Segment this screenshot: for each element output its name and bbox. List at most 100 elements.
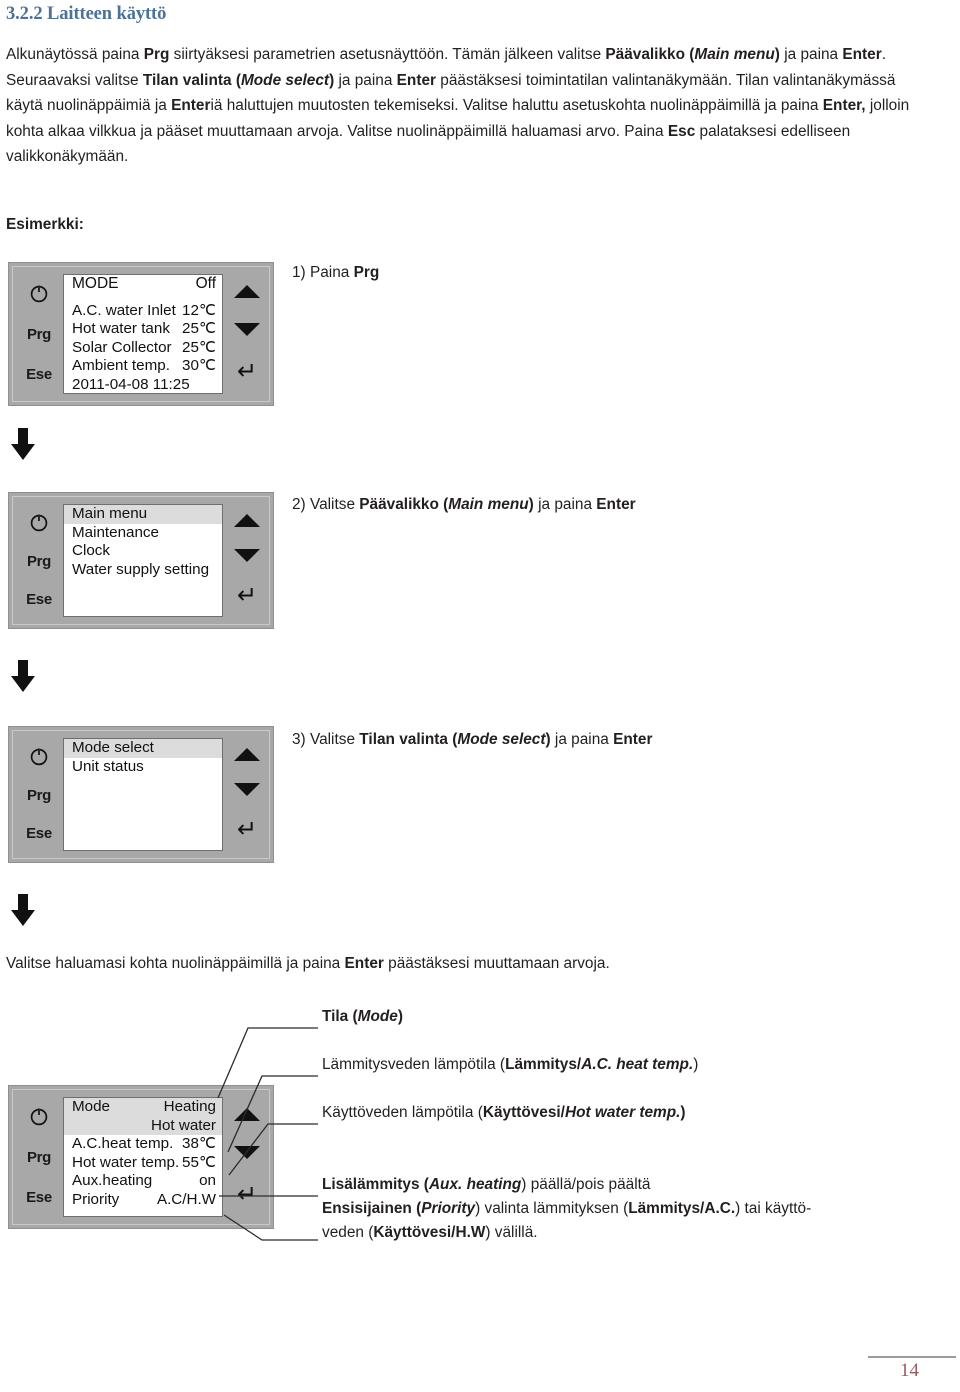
lcd-row-value: 30℃ <box>182 357 216 374</box>
mid-instruction-text: Valitse haluamasi kohta nuolinäppäimillä… <box>6 952 610 976</box>
lcd-screen-3: Mode select Unit status <box>63 738 223 851</box>
enter-return-icon[interactable]: ↵ <box>237 359 257 383</box>
intro-seg-3: Päävalikko ( <box>605 46 695 63</box>
intro-seg-0: Alkunäytössä paina <box>6 46 144 63</box>
enter-return-icon[interactable]: ↵ <box>237 583 257 607</box>
lcd-row-value: 25℃ <box>182 338 216 356</box>
lcd-row-label: MODE <box>72 275 119 292</box>
callout-mode-seg-1: Mode <box>357 1008 398 1025</box>
arrow-down-icon[interactable] <box>234 322 260 336</box>
lcd-row[interactable]: Water supply setting <box>64 561 222 580</box>
lcd-row[interactable]: Hot water temp. 55℃ <box>64 1154 222 1173</box>
callout-aux-priority-seg-5: Priority <box>421 1200 476 1217</box>
callout-heat-temp-seg-3: ) <box>693 1056 699 1073</box>
intro-seg-4: Main menu <box>694 46 775 63</box>
intro-seg-7: Enter <box>842 46 882 63</box>
step-caption-1: 1) Paina Prg <box>292 262 379 284</box>
lcd-row[interactable]: Priority A.C/H.W <box>64 1191 222 1210</box>
lcd-row[interactable]: Ambient temp. 30℃ <box>64 357 222 376</box>
callout-aux-priority-seg-7: Lämmitys/A.C. <box>628 1200 736 1217</box>
lcd-row[interactable]: Main menu <box>64 505 222 524</box>
lcd-row-value: Hot water <box>151 1116 216 1134</box>
step3-seg-0: 3) Valitse <box>292 731 360 748</box>
panel-right-keys: ↵ <box>225 263 269 405</box>
lcd-row[interactable]: A.C. water Inlet 12℃ <box>64 302 222 321</box>
callout-aux-priority-seg-1: Aux. heating <box>428 1176 522 1193</box>
lcd-row-label: 2011-04-08 11:25 <box>72 375 190 393</box>
controller-panel-2: Prg Ese Main menu Maintenance Clock Water s… <box>8 492 274 629</box>
flow-arrow-3 <box>10 894 36 928</box>
lcd-row-label: Unit status <box>72 757 144 775</box>
lcd-row-value: A.C/H.W <box>156 1190 216 1208</box>
lcd-row[interactable]: Maintenance <box>64 524 222 543</box>
enter-return-icon[interactable]: ↵ <box>237 1182 257 1206</box>
power-icon[interactable] <box>29 283 49 303</box>
prg-button[interactable]: Prg <box>27 553 51 570</box>
step1-seg-1: Prg <box>353 264 380 281</box>
arrow-down-icon[interactable] <box>234 783 260 797</box>
lcd-row[interactable]: Hot water tank 25℃ <box>64 320 222 339</box>
lcd-row[interactable]: Mode Heating <box>64 1098 222 1117</box>
lcd-screen-4: Mode Heating Hot water A.C.heat temp. 38℃ Hot… <box>63 1097 223 1217</box>
enter-return-icon[interactable]: ↵ <box>237 817 257 841</box>
lcd-row[interactable]: Unit status <box>64 758 222 777</box>
ese-button[interactable]: Ese <box>26 366 52 383</box>
ese-button[interactable]: Ese <box>26 825 52 842</box>
callout-heat-temp-seg-2: A.C. heat temp. <box>581 1056 694 1073</box>
step2-seg-0: 2) Valitse <box>292 496 360 513</box>
lcd-row[interactable]: A.C.heat temp. 38℃ <box>64 1135 222 1154</box>
panel-right-keys: ↵ <box>225 1086 269 1228</box>
ese-button[interactable]: Ese <box>26 591 52 608</box>
callout-mode-seg-2: ) <box>397 1008 403 1025</box>
callout-aux-priority-seg-10: veden ( <box>322 1224 374 1241</box>
panel-right-keys: ↵ <box>225 727 269 862</box>
lcd-row-label: Ambient temp. <box>72 357 170 374</box>
callout-heat-temp-seg-0: Lämmitysveden lämpötila ( <box>322 1056 506 1073</box>
intro-seg-9: Tilan valinta ( <box>142 71 241 89</box>
callout-label-mode: Tila (Mode) <box>322 1005 403 1029</box>
arrow-up-icon[interactable] <box>234 514 260 528</box>
callout-hot-water-temp-seg-2: Hot water temp. <box>564 1104 681 1121</box>
power-icon[interactable] <box>29 512 49 532</box>
controller-panel-3: Prg Ese Mode select Unit status ↵ <box>8 726 274 863</box>
lcd-row-value: 12℃ <box>182 301 216 319</box>
arrow-up-icon[interactable] <box>234 748 260 762</box>
lcd-row-value: 38℃ <box>182 1135 216 1152</box>
lcd-spacer <box>64 294 222 302</box>
prg-button[interactable]: Prg <box>27 326 51 343</box>
lcd-row[interactable]: 2011-04-08 11:25 <box>64 375 222 394</box>
lcd-row[interactable]: Solar Collector 25℃ <box>64 339 222 358</box>
callout-hot-water-temp-seg-3: ) <box>680 1104 686 1121</box>
mid-seg-2: päästäksesi muuttamaan arvoja. <box>383 955 610 972</box>
lcd-row[interactable]: Clock <box>64 542 222 561</box>
step2-seg-1: Päävalikko ( <box>359 496 449 513</box>
lcd-row[interactable]: Aux.heating on <box>64 1172 222 1191</box>
step3-seg-1: Tilan valinta ( <box>359 731 458 748</box>
arrow-down-icon[interactable] <box>234 549 260 563</box>
callout-aux-priority-seg-4: Ensisijainen ( <box>322 1200 422 1217</box>
page-title: 3.2.2 Laitteen käyttö <box>6 4 167 24</box>
intro-seg-1: Prg <box>143 46 170 63</box>
lcd-row-value: Off <box>195 275 216 292</box>
lcd-row[interactable]: Mode select <box>64 739 222 758</box>
power-icon[interactable] <box>29 1106 49 1126</box>
arrow-up-icon[interactable] <box>234 285 260 299</box>
prg-button[interactable]: Prg <box>27 1149 51 1166</box>
step2-seg-4: ja paina <box>533 496 597 513</box>
callout-aux-priority-seg-2: ) päällä/pois päältä <box>521 1176 651 1193</box>
callout-aux-priority-seg-0: Lisälämmitys ( <box>322 1176 429 1193</box>
intro-seg-15: Enter <box>171 97 211 114</box>
power-icon[interactable] <box>29 746 49 766</box>
prg-button[interactable]: Prg <box>27 787 51 804</box>
mid-seg-1: Enter <box>344 955 384 972</box>
lcd-row-label: Hot water temp. <box>72 1153 180 1171</box>
arrow-up-icon[interactable] <box>234 1108 260 1122</box>
ese-button[interactable]: Ese <box>26 1189 52 1206</box>
mid-seg-0: Valitse haluamasi kohta nuolinäppäimillä… <box>6 955 345 972</box>
lcd-row[interactable]: MODE Off <box>64 275 222 294</box>
arrow-down-icon[interactable] <box>234 1145 260 1159</box>
intro-seg-6: ja paina <box>779 46 843 63</box>
panel-right-keys: ↵ <box>225 493 269 628</box>
lcd-row[interactable]: Hot water <box>64 1116 222 1135</box>
panel-left-keys: Prg Ese <box>15 493 63 628</box>
